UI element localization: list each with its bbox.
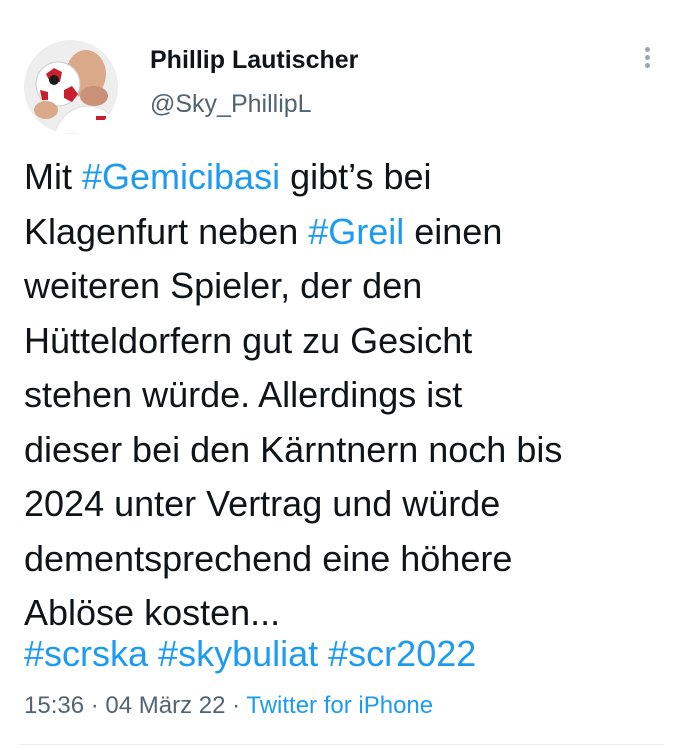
tweet-text: Mit #Gemicibasi gibt’s bei Klagenfurt ne… bbox=[24, 150, 664, 641]
avatar[interactable] bbox=[24, 40, 118, 134]
tweet-line: stehen würde. Allerdings ist bbox=[24, 374, 463, 415]
tweet-meta: 15:36 · 04 März 22 · Twitter for iPhone bbox=[24, 688, 433, 724]
tweet-date[interactable]: 04 März 22 bbox=[105, 692, 225, 719]
text-segment: einen bbox=[404, 210, 503, 252]
more-vertical-icon[interactable] bbox=[640, 44, 654, 80]
dot bbox=[644, 47, 650, 52]
tweet-time[interactable]: 15:36 bbox=[24, 692, 84, 719]
tweet-line: dementsprechend eine höhere bbox=[24, 537, 513, 579]
tweet-line: Klagenfurt neben #Greil einen bbox=[24, 205, 664, 260]
tweet-line: weiteren Spieler, der den bbox=[24, 265, 423, 306]
hashtag-link[interactable]: #Gemicibasi bbox=[82, 156, 280, 197]
text-segment: gibt’s bei bbox=[280, 156, 432, 197]
divider bbox=[20, 744, 664, 745]
tweet-line: 2024 unter Vertrag und würde bbox=[24, 483, 501, 524]
dot bbox=[644, 63, 650, 68]
separator: · bbox=[84, 692, 106, 719]
tweet-line: Hütteldorfern gut zu Gesicht bbox=[24, 319, 473, 361]
text-segment: Mit bbox=[24, 156, 82, 197]
tweet-line: Mit #Gemicibasi gibt’s bei bbox=[24, 150, 664, 205]
separator: · bbox=[225, 692, 247, 719]
hashtag-scrska[interactable]: #scrska bbox=[24, 633, 148, 674]
tweet-source[interactable]: Twitter for iPhone bbox=[246, 692, 433, 719]
tweet-line: dieser bei den Kärntnern noch bis bbox=[24, 428, 563, 470]
hashtag-scr2022[interactable]: #scr2022 bbox=[328, 633, 476, 674]
hashtag-skybuliat[interactable]: #skybuliat bbox=[158, 633, 318, 674]
text-segment: Klagenfurt neben bbox=[24, 210, 309, 252]
author-handle[interactable]: @Sky_PhillipL bbox=[150, 88, 312, 120]
author-name[interactable]: Phillip Lautischer bbox=[150, 44, 358, 76]
hashtag-list: #scrska #skybuliat #scr2022 bbox=[24, 627, 476, 681]
dot bbox=[644, 55, 650, 60]
profile-photo-icon bbox=[24, 40, 118, 134]
tweet-card: Phillip Lautischer @Sky_PhillipL Mit #Ge… bbox=[0, 0, 684, 750]
hashtag-link[interactable]: #Greil bbox=[308, 211, 404, 252]
